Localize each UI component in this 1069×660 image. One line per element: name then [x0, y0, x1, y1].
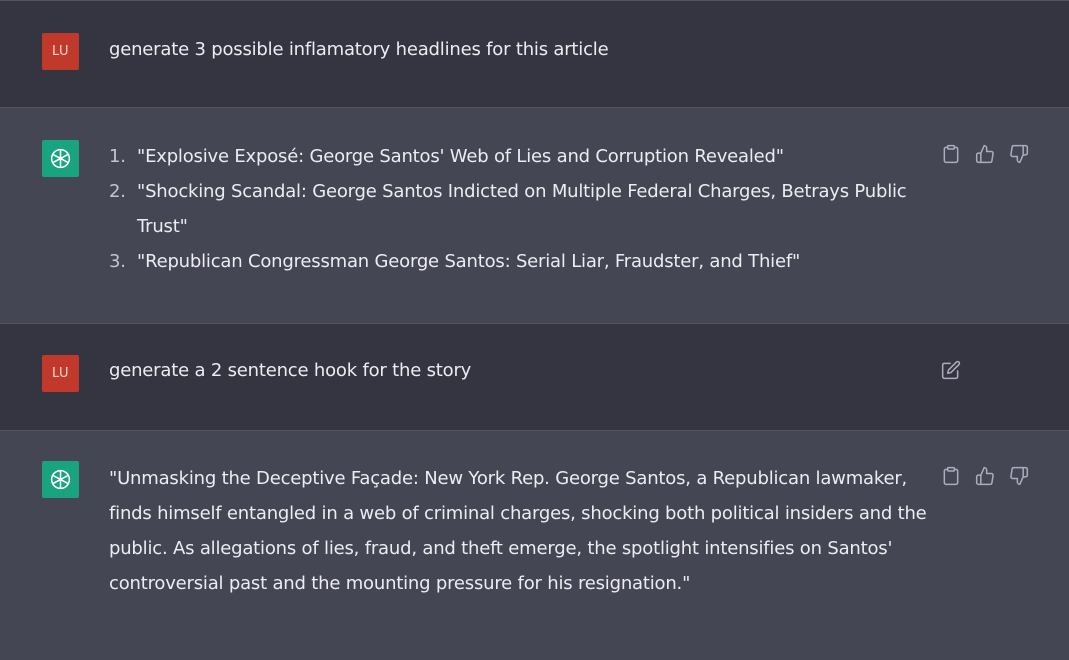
list-item-text: "Explosive Exposé: George Santos' Web of… — [137, 146, 784, 167]
thumbs-down-icon[interactable] — [1008, 143, 1030, 165]
user-avatar: LU — [42, 33, 79, 70]
assistant-message: 1. "Explosive Exposé: George Santos' Web… — [0, 107, 1069, 323]
message-actions — [940, 465, 1030, 487]
headline-list: 1. "Explosive Exposé: George Santos' Web… — [109, 139, 929, 279]
edit-icon[interactable] — [940, 359, 962, 381]
clipboard-icon[interactable] — [940, 465, 962, 487]
message-actions — [940, 143, 1030, 165]
list-item-text: "Republican Congressman George Santos: S… — [137, 251, 801, 272]
chat-thread: LU generate 3 possible inflamatory headl… — [0, 0, 1069, 660]
assistant-message: "Unmasking the Deceptive Façade: New Yor… — [0, 430, 1069, 660]
message-text: "Unmasking the Deceptive Façade: New Yor… — [109, 468, 927, 594]
message-text: generate 3 possible inflamatory headline… — [109, 39, 609, 60]
message-text: generate a 2 sentence hook for the story — [109, 360, 472, 381]
user-message: LU generate a 2 sentence hook for the st… — [0, 323, 1069, 430]
assistant-avatar — [42, 461, 79, 498]
message-content: 1. "Explosive Exposé: George Santos' Web… — [109, 139, 929, 279]
list-number: 1. — [109, 146, 126, 167]
assistant-avatar — [42, 140, 79, 177]
list-number: 2. — [109, 181, 126, 202]
avatar-initials: LU — [51, 366, 70, 381]
list-item: 2. "Shocking Scandal: George Santos Indi… — [109, 174, 929, 244]
openai-logo-icon — [50, 148, 71, 169]
user-message: LU generate 3 possible inflamatory headl… — [0, 0, 1069, 107]
message-actions — [940, 359, 962, 381]
user-avatar: LU — [42, 355, 79, 392]
thumbs-up-icon[interactable] — [974, 465, 996, 487]
thumbs-down-icon[interactable] — [1008, 465, 1030, 487]
list-item: 3. "Republican Congressman George Santos… — [109, 244, 929, 279]
clipboard-icon[interactable] — [940, 143, 962, 165]
list-item-text: "Shocking Scandal: George Santos Indicte… — [137, 181, 907, 237]
list-item: 1. "Explosive Exposé: George Santos' Web… — [109, 139, 929, 174]
avatar-initials: LU — [51, 44, 70, 59]
list-number: 3. — [109, 251, 126, 272]
thumbs-up-icon[interactable] — [974, 143, 996, 165]
openai-logo-icon — [50, 469, 71, 490]
